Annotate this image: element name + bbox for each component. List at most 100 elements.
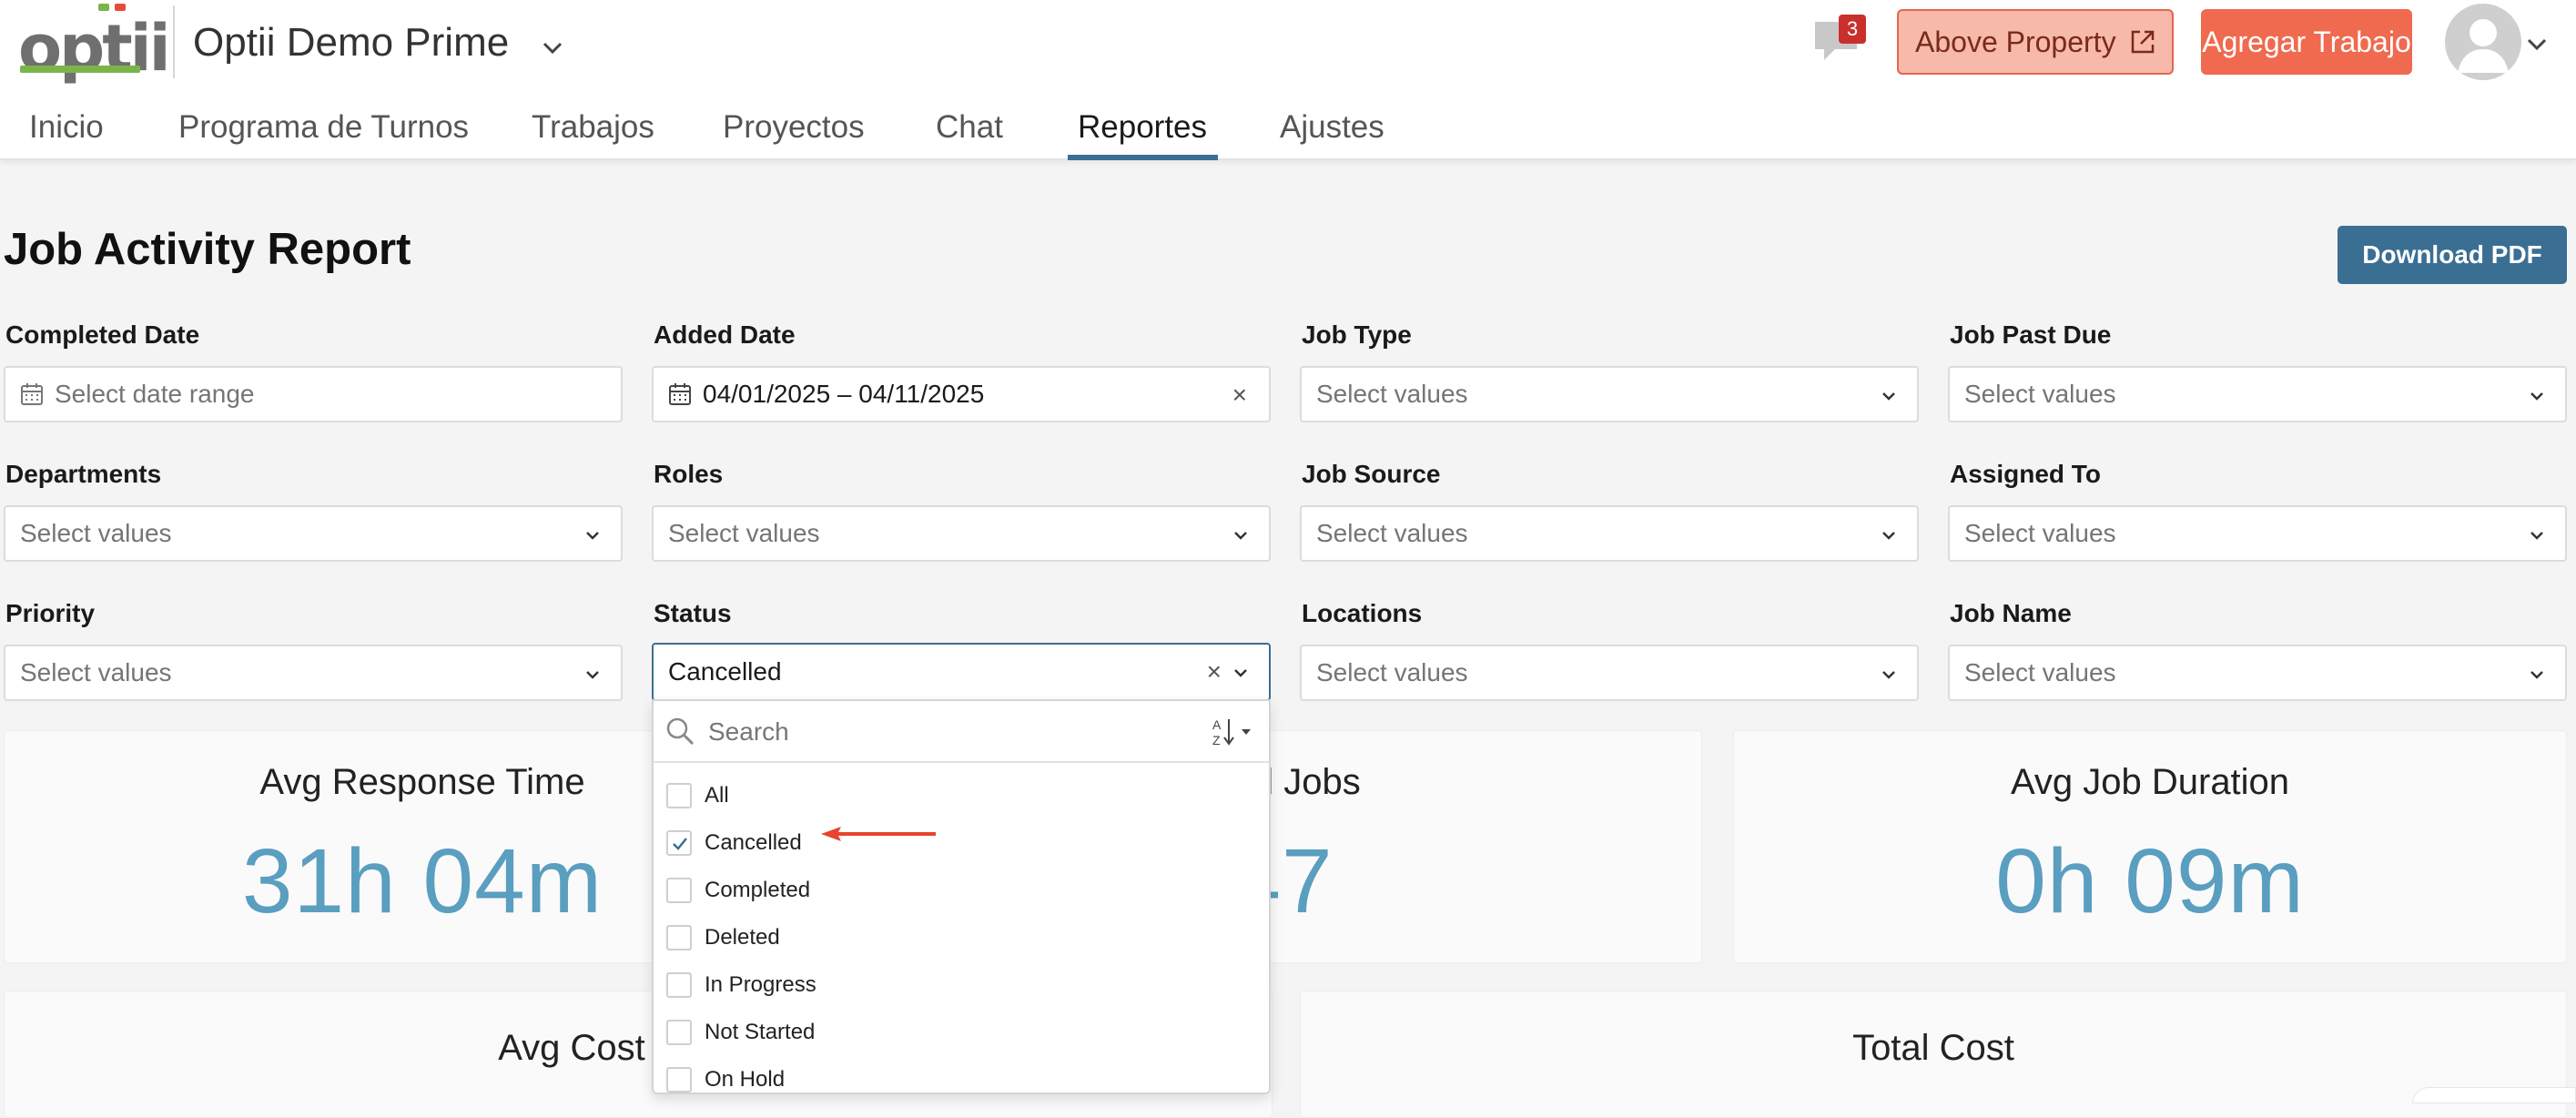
logo-underline — [20, 66, 140, 73]
download-pdf-button[interactable]: Download PDF — [2338, 226, 2567, 284]
option-label: On Hold — [705, 1067, 786, 1092]
chevron-down-icon — [586, 671, 599, 679]
option-label: All — [705, 783, 729, 808]
added-date-label: Added Date — [654, 320, 796, 349]
option-label: Deleted — [705, 925, 780, 950]
chevron-down-icon[interactable] — [2525, 33, 2549, 56]
chevron-down-icon[interactable] — [541, 36, 564, 60]
assigned-to-select[interactable]: Select values — [1948, 505, 2567, 562]
stat-title: Avg Job Duration — [2010, 762, 2290, 802]
assigned-to-label: Assigned To — [1950, 460, 2101, 488]
departments-label: Departments — [5, 460, 162, 488]
added-date-value: 04/01/2025 – 04/11/2025 — [703, 380, 985, 408]
job-source-placeholder: Select values — [1316, 519, 1468, 547]
clear-icon[interactable]: × — [1232, 381, 1247, 410]
status-option-not-started[interactable]: Not Started — [666, 1012, 815, 1052]
locations-label: Locations — [1302, 599, 1423, 627]
stat-card-avg-job-duration: Avg Job Duration 0h 09m — [1733, 730, 2567, 963]
checkbox[interactable] — [666, 783, 692, 808]
assigned-to-placeholder: Select values — [1964, 519, 2116, 547]
job-name-select[interactable]: Select values — [1948, 645, 2567, 701]
chevron-down-icon — [2530, 392, 2543, 401]
completed-date-field[interactable]: Select date range — [4, 366, 623, 422]
status-option-deleted[interactable]: Deleted — [666, 918, 780, 958]
sort-alpha-icon[interactable]: A Z — [1211, 716, 1256, 748]
priority-select[interactable]: Select values — [4, 645, 623, 701]
tab-proyectos[interactable]: Proyectos — [723, 109, 865, 146]
option-label: Cancelled — [705, 830, 802, 855]
priority-label: Priority — [5, 599, 96, 627]
job-type-select[interactable]: Select values — [1300, 366, 1919, 422]
active-tab-indicator — [1068, 155, 1218, 160]
departments-select[interactable]: Select values — [4, 505, 623, 562]
status-dropdown-menu: A Z All Cancelled Completed Deleted In P… — [652, 699, 1271, 1094]
status-option-on-hold[interactable]: On Hold — [666, 1060, 785, 1100]
departments-placeholder: Select values — [20, 519, 172, 547]
option-label: Completed — [705, 878, 811, 902]
status-select[interactable]: Cancelled × — [652, 643, 1271, 701]
checkbox[interactable] — [666, 878, 692, 903]
status-option-completed[interactable]: Completed — [666, 870, 810, 910]
search-input[interactable] — [706, 710, 1180, 754]
status-option-cancelled[interactable]: Cancelled — [666, 823, 802, 863]
logo-accent — [98, 4, 126, 11]
chevron-down-icon — [1882, 532, 1895, 540]
status-option-all[interactable]: All — [666, 776, 729, 816]
job-past-due-placeholder: Select values — [1964, 380, 2116, 408]
property-name[interactable]: Optii Demo Prime — [193, 20, 509, 66]
search-icon — [666, 717, 695, 746]
locations-placeholder: Select values — [1316, 658, 1468, 686]
chevron-down-icon — [2530, 532, 2543, 540]
checkbox[interactable] — [666, 1020, 692, 1045]
above-property-label: Above Property — [1915, 25, 2116, 58]
added-date-field[interactable]: 04/01/2025 – 04/11/2025 × — [652, 366, 1271, 422]
tab-trabajos[interactable]: Trabajos — [532, 109, 654, 146]
calendar-icon — [21, 383, 43, 405]
chevron-down-icon — [1234, 532, 1247, 540]
dropdown-search: A Z — [654, 701, 1269, 763]
avatar[interactable] — [2445, 4, 2521, 80]
option-label: Not Started — [705, 1020, 816, 1044]
checkbox[interactable] — [666, 925, 692, 950]
status-option-in-progress[interactable]: In Progress — [666, 965, 816, 1005]
add-job-button[interactable]: Agregar Trabajo — [2201, 9, 2412, 75]
tab-inicio[interactable]: Inicio — [29, 109, 104, 146]
job-name-label: Job Name — [1950, 599, 2072, 627]
locations-select[interactable]: Select values — [1300, 645, 1919, 701]
checkbox[interactable] — [666, 972, 692, 998]
clear-icon[interactable]: × — [1207, 657, 1222, 686]
floating-widget-edge[interactable] — [2412, 1087, 2576, 1103]
chevron-down-icon[interactable] — [1232, 665, 1249, 681]
tab-reportes[interactable]: Reportes — [1078, 109, 1207, 146]
status-value: Cancelled — [668, 657, 782, 686]
calendar-icon — [669, 383, 691, 405]
stat-title: Total Cost — [1852, 1028, 2014, 1068]
page-title: Job Activity Report — [4, 225, 411, 274]
notification-badge: 3 — [1839, 15, 1866, 44]
checkbox[interactable] — [666, 1067, 692, 1093]
checkbox-checked[interactable] — [666, 830, 692, 856]
job-source-select[interactable]: Select values — [1300, 505, 1919, 562]
tab-ajustes[interactable]: Ajustes — [1280, 109, 1384, 146]
roles-select[interactable]: Select values — [652, 505, 1271, 562]
chevron-down-icon — [2530, 671, 2543, 679]
chevron-down-icon — [1882, 671, 1895, 679]
roles-placeholder: Select values — [668, 519, 820, 547]
stat-card-total-cost: Total Cost — [1300, 991, 2567, 1118]
chevron-down-icon — [586, 532, 599, 540]
priority-placeholder: Select values — [20, 658, 172, 686]
tab-chat[interactable]: Chat — [936, 109, 1003, 146]
job-type-placeholder: Select values — [1316, 380, 1468, 408]
job-name-placeholder: Select values — [1964, 658, 2116, 686]
completed-date-placeholder: Select date range — [55, 380, 255, 408]
annotation-arrow-icon — [821, 827, 936, 841]
user-silhouette-icon — [2458, 19, 2509, 73]
job-past-due-select[interactable]: Select values — [1948, 366, 2567, 422]
job-source-label: Job Source — [1302, 460, 1441, 488]
completed-date-label: Completed Date — [5, 320, 200, 349]
job-past-due-label: Job Past Due — [1950, 320, 2112, 349]
checkmark-icon — [673, 838, 687, 850]
svg-text:Z: Z — [1212, 733, 1221, 747]
tab-programa-de-turnos[interactable]: Programa de Turnos — [178, 109, 469, 146]
above-property-button[interactable]: Above Property — [1897, 9, 2174, 75]
